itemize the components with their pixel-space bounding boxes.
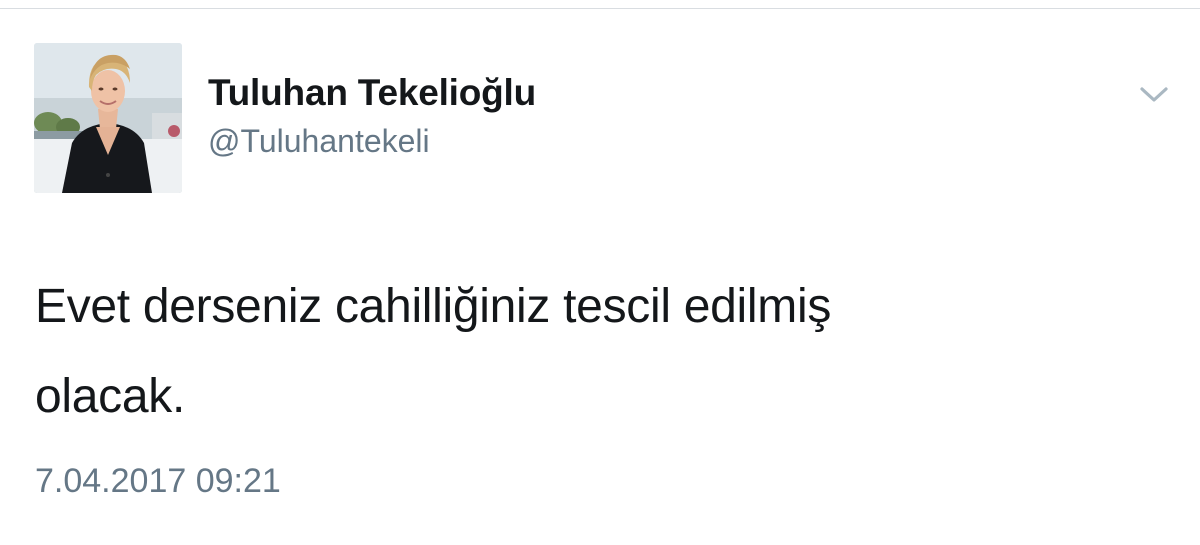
avatar[interactable] [34,43,182,193]
chevron-down-icon[interactable] [1136,82,1172,106]
display-name[interactable]: Tuluhan Tekelioğlu [208,72,536,114]
tweet-text: Evet derseniz cahilliğiniz tescil edilmi… [35,262,1135,442]
user-handle[interactable]: @Tuluhantekeli [208,123,430,160]
tweet-timestamp[interactable]: 7.04.2017 09:21 [35,462,281,501]
top-divider [0,8,1200,9]
tweet-text-line: olacak. [35,370,185,423]
tweet-text-line: Evet derseniz cahilliğiniz tescil edilmi… [35,280,832,333]
avatar-photo [34,43,182,193]
